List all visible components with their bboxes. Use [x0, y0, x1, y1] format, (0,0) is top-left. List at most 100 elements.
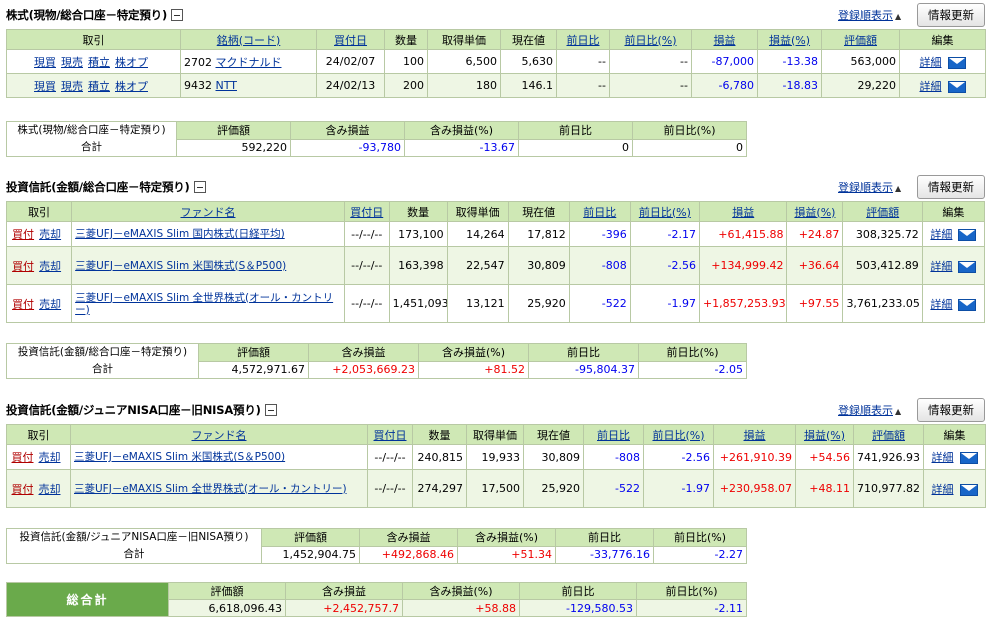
col-header-pl-pct[interactable]: 損益(%) [795, 424, 854, 445]
col-header-pl-pct[interactable]: 損益(%) [757, 29, 822, 50]
sell-link[interactable]: 売却 [39, 451, 61, 464]
buy-link[interactable]: 買付 [12, 451, 34, 464]
sort-pl-link[interactable]: 損益 [732, 206, 754, 219]
sort-date-link[interactable]: 買付日 [334, 34, 367, 47]
col-header-pl[interactable]: 損益 [713, 424, 796, 445]
sort-link[interactable]: 登録順表示 ▲ [838, 9, 901, 22]
refresh-button[interactable]: 情報更新 [917, 175, 985, 199]
grand-total-label: 総合計 [6, 582, 169, 617]
col-header-pl-pct[interactable]: 損益(%) [786, 201, 844, 222]
col-header-date[interactable]: 買付日 [316, 29, 385, 50]
detail-link[interactable]: 詳細 [920, 80, 942, 93]
security-name-link[interactable]: マクドナルド [216, 56, 282, 69]
sort-pl-link[interactable]: 損益 [744, 429, 766, 442]
col-header-date[interactable]: 買付日 [367, 424, 413, 445]
sort-chg-link[interactable]: 前日比 [597, 429, 630, 442]
sell-link[interactable]: 売却 [39, 260, 61, 273]
fund-name-cell: 三菱UFJ－eMAXIS Slim 米国株式(S＆P500) [70, 444, 368, 470]
mail-icon[interactable] [958, 260, 977, 273]
collapse-icon[interactable] [171, 9, 184, 21]
cash-buy-link[interactable]: 現買 [34, 80, 56, 93]
summary-header-chg: 前日比 [528, 343, 639, 362]
day-change-pct: -1.97 [629, 284, 700, 323]
stock-option-link[interactable]: 株オプ [115, 56, 148, 69]
collapse-icon[interactable] [193, 181, 206, 193]
col-header-chg-pct[interactable]: 前日比(%) [643, 424, 714, 445]
mail-icon[interactable] [947, 56, 966, 69]
cash-buy-link[interactable]: 現買 [34, 56, 56, 69]
sort-pl-pct-link[interactable]: 損益(%) [804, 429, 845, 442]
accumulate-link[interactable]: 積立 [88, 56, 110, 69]
sell-link[interactable]: 売却 [39, 298, 61, 311]
sort-pl-pct-link[interactable]: 損益(%) [794, 206, 835, 219]
sort-chg-link[interactable]: 前日比 [567, 34, 600, 47]
sort-value-link[interactable]: 評価額 [872, 429, 905, 442]
sort-name-link[interactable]: 銘柄(コード) [217, 34, 281, 47]
buy-link[interactable]: 買付 [12, 228, 34, 241]
col-header-value[interactable]: 評価額 [842, 201, 923, 222]
refresh-button[interactable]: 情報更新 [917, 398, 985, 422]
detail-link[interactable]: 詳細 [930, 228, 952, 241]
sort-toggle[interactable]: 登録順表示 ▲ [838, 179, 901, 195]
col-header-name[interactable]: ファンド名 [70, 424, 368, 445]
profit-loss: -6,780 [691, 73, 758, 98]
col-header-pl[interactable]: 損益 [698, 201, 788, 222]
col-header-chg[interactable]: 前日比 [568, 201, 631, 222]
mail-icon[interactable] [947, 80, 966, 93]
sell-link[interactable]: 売却 [39, 228, 61, 241]
detail-link[interactable]: 詳細 [932, 483, 954, 496]
sort-name-link[interactable]: ファンド名 [180, 206, 235, 219]
mail-icon[interactable] [959, 483, 978, 496]
fund-name-link[interactable]: 三菱UFJ－eMAXIS Slim 国内株式(日経平均) [75, 228, 285, 240]
stock-option-link[interactable]: 株オプ [115, 80, 148, 93]
col-header-edit: 編集 [923, 424, 986, 445]
col-header-date[interactable]: 買付日 [343, 201, 390, 222]
col-header-pl[interactable]: 損益 [691, 29, 758, 50]
col-header-value[interactable]: 評価額 [853, 424, 924, 445]
mail-icon[interactable] [958, 298, 977, 311]
sort-name-link[interactable]: ファンド名 [192, 429, 247, 442]
collapse-icon[interactable] [264, 404, 277, 416]
detail-link[interactable]: 詳細 [932, 451, 954, 464]
sort-chg-link[interactable]: 前日比 [583, 206, 616, 219]
sort-date-link[interactable]: 買付日 [374, 429, 407, 442]
col-header-chg-pct[interactable]: 前日比(%) [629, 201, 700, 222]
sort-date-link[interactable]: 買付日 [350, 206, 383, 219]
fund-name-link[interactable]: 三菱UFJ－eMAXIS Slim 米国株式(S＆P500) [74, 451, 285, 463]
sort-pl-link[interactable]: 損益 [714, 34, 736, 47]
detail-link[interactable]: 詳細 [930, 260, 952, 273]
sort-chg-pct-link[interactable]: 前日比(%) [652, 429, 704, 442]
refresh-button[interactable]: 情報更新 [917, 3, 985, 27]
accumulate-link[interactable]: 積立 [88, 80, 110, 93]
profit-loss: +134,999.42 [698, 246, 788, 285]
mail-icon[interactable] [958, 229, 977, 241]
col-header-chg[interactable]: 前日比 [583, 424, 644, 445]
sort-value-link[interactable]: 評価額 [844, 34, 877, 47]
sell-link[interactable]: 売却 [39, 483, 61, 496]
col-header-name[interactable]: 銘柄(コード) [180, 29, 317, 50]
security-name-link[interactable]: NTT [216, 79, 237, 92]
sort-chg-pct-link[interactable]: 前日比(%) [639, 206, 691, 219]
sort-toggle[interactable]: 登録順表示 ▲ [838, 402, 901, 418]
fund-name-link[interactable]: 三菱UFJ－eMAXIS Slim 全世界株式(オール・カントリー) [74, 483, 347, 495]
sort-pl-pct-link[interactable]: 損益(%) [769, 34, 810, 47]
buy-link[interactable]: 買付 [12, 260, 34, 273]
sort-toggle[interactable]: 登録順表示 ▲ [838, 7, 901, 23]
detail-link[interactable]: 詳細 [920, 56, 942, 69]
sort-link[interactable]: 登録順表示 ▲ [838, 404, 901, 417]
sort-value-link[interactable]: 評価額 [866, 206, 899, 219]
buy-link[interactable]: 買付 [12, 483, 34, 496]
sort-link[interactable]: 登録順表示 ▲ [838, 181, 901, 194]
col-header-chg[interactable]: 前日比 [556, 29, 610, 50]
col-header-value[interactable]: 評価額 [821, 29, 900, 50]
fund-name-link[interactable]: 三菱UFJ－eMAXIS Slim 米国株式(S＆P500) [75, 260, 286, 272]
detail-link[interactable]: 詳細 [930, 298, 952, 311]
sort-chg-pct-link[interactable]: 前日比(%) [624, 34, 676, 47]
mail-icon[interactable] [959, 452, 978, 464]
col-header-chg-pct[interactable]: 前日比(%) [609, 29, 692, 50]
buy-link[interactable]: 買付 [12, 298, 34, 311]
fund-name-link[interactable]: 三菱UFJ－eMAXIS Slim 全世界株式(オール・カントリー) [75, 292, 333, 316]
col-header-name[interactable]: ファンド名 [71, 201, 345, 222]
cash-sell-link[interactable]: 現売 [61, 80, 83, 93]
cash-sell-link[interactable]: 現売 [61, 56, 83, 69]
